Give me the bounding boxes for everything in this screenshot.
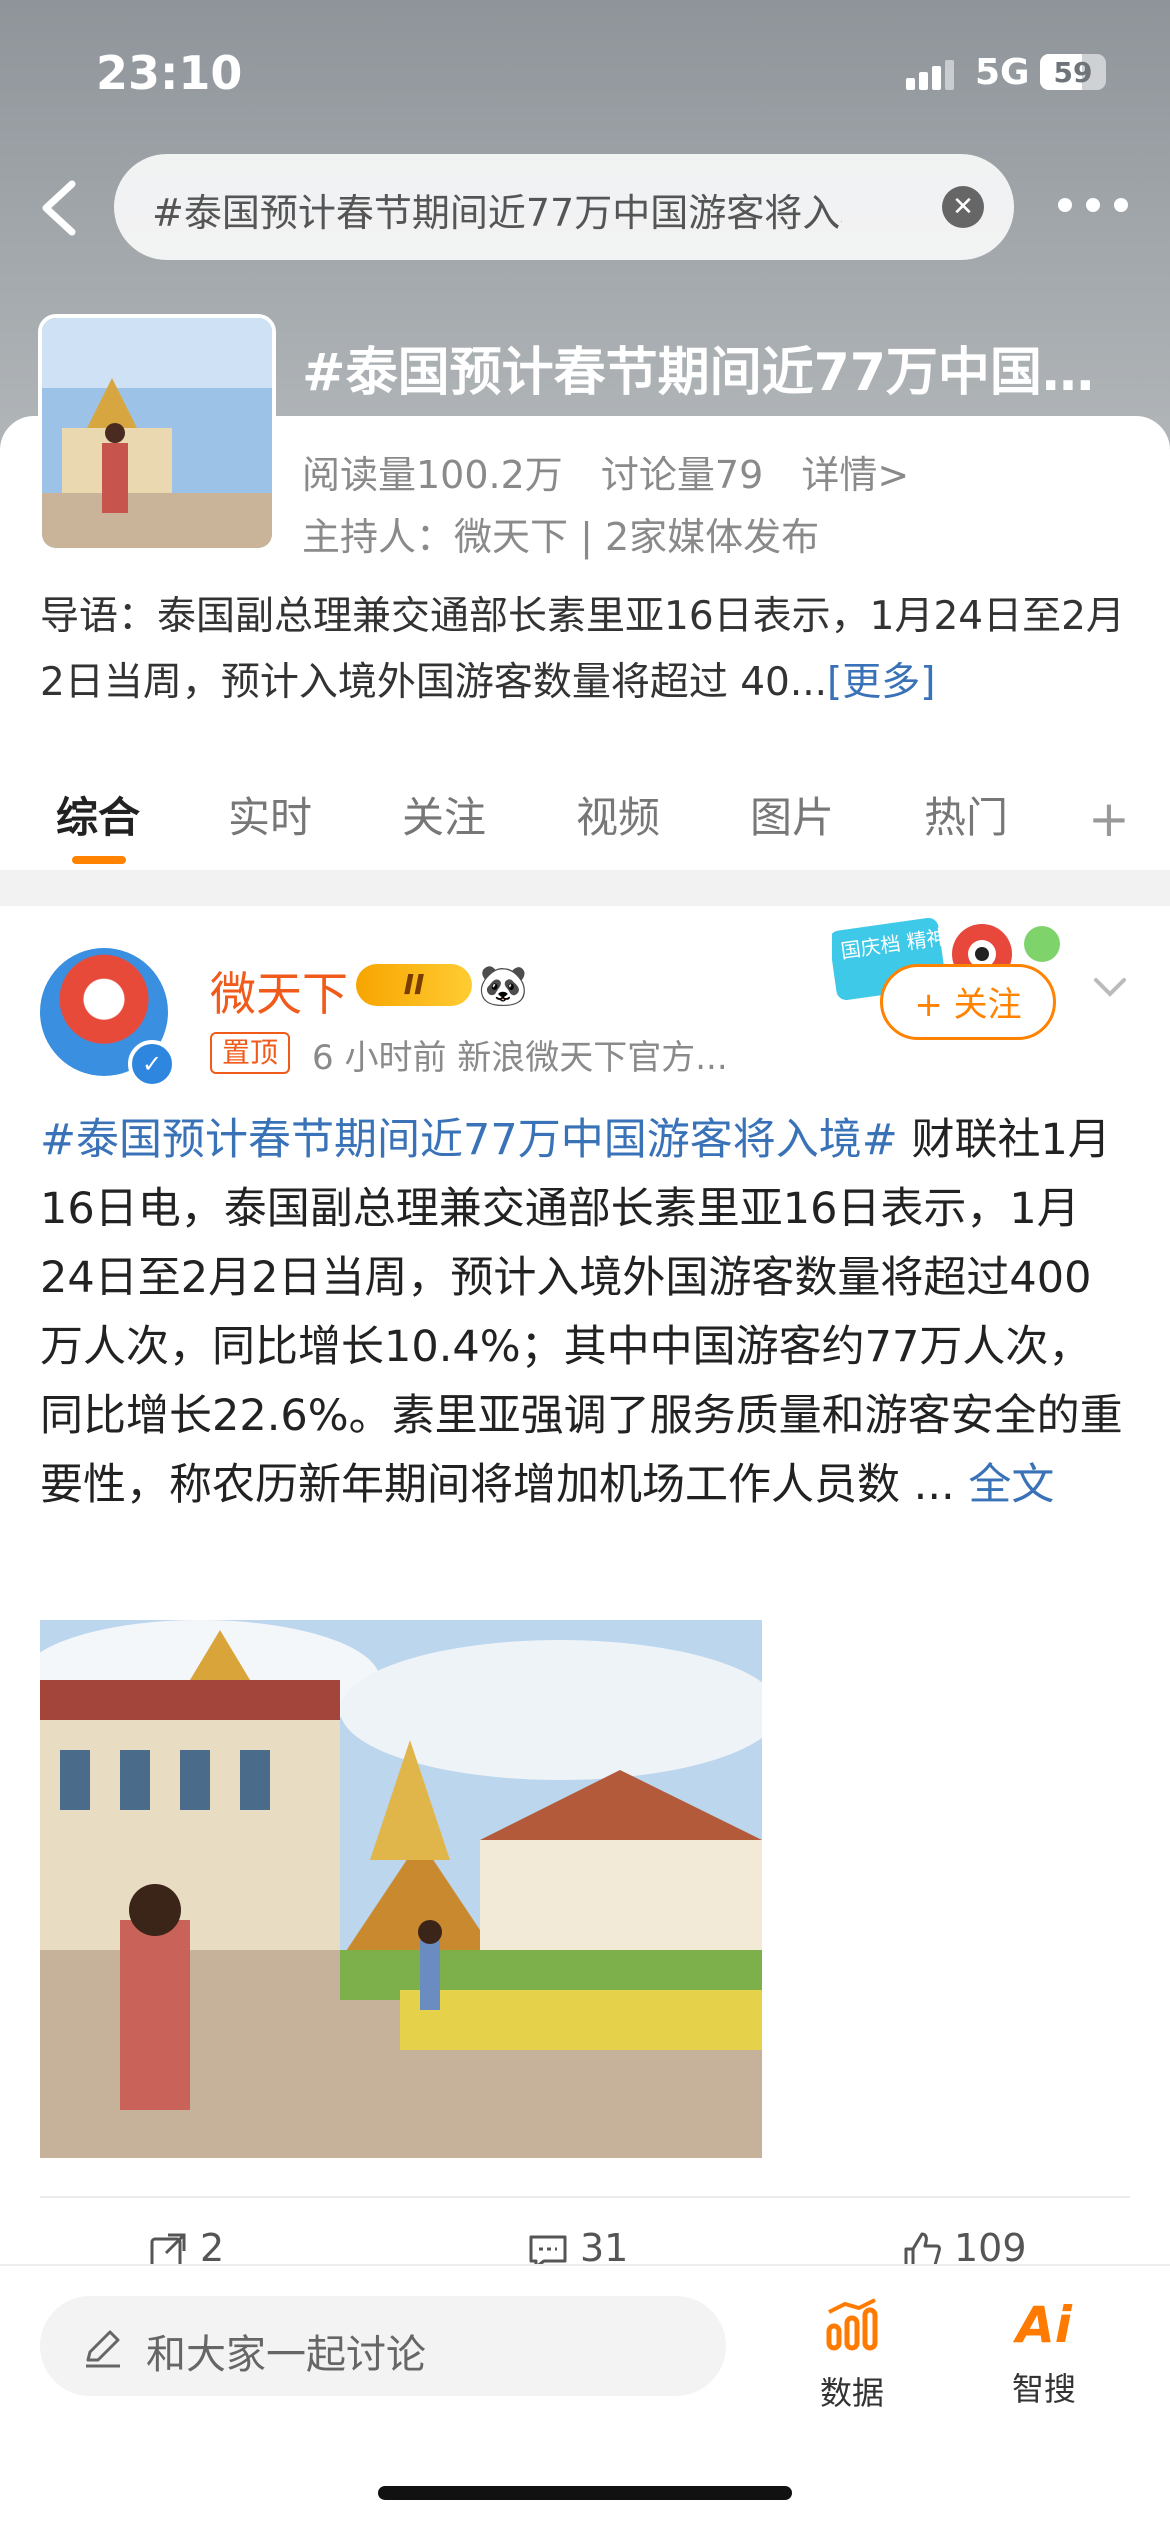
tab-hot[interactable]: 热门 <box>924 784 1008 845</box>
post-meta: 6 小时前 新浪微天下官方... <box>312 1038 728 1078</box>
active-tab-indicator <box>72 856 126 864</box>
actions-divider <box>40 2196 1130 2198</box>
follow-button[interactable]: + 关注 <box>880 964 1056 1040</box>
post-username[interactable]: 微天下 <box>210 958 348 1024</box>
details-link[interactable]: 详情> <box>801 453 909 497</box>
back-icon[interactable] <box>34 178 84 238</box>
ai-search-label: 智搜 <box>1011 2370 1076 2408</box>
plus-icon[interactable]: + <box>1088 790 1130 848</box>
ai-search-button[interactable]: Ai 智搜 <box>984 2296 1104 2410</box>
full-text-link[interactable]: 全文 <box>968 1460 1054 1510</box>
compose-placeholder: 和大家一起讨论 <box>146 2332 426 2378</box>
data-icon <box>826 2298 878 2351</box>
network-type: 5G <box>975 52 1030 93</box>
tab-comprehensive[interactable]: 综合 <box>56 784 140 845</box>
search-bar[interactable]: #泰国预计春节期间近77万中国游客将入境# ✕ <box>114 154 1014 260</box>
data-button[interactable]: 数据 <box>792 2296 912 2414</box>
battery-level: 59 <box>1053 56 1093 89</box>
search-input[interactable]: #泰国预计春节期间近77万中国游客将入境# <box>152 182 842 237</box>
tab-video[interactable]: 视频 <box>576 784 660 845</box>
vip-badge: II <box>356 964 472 1006</box>
ai-search-icon: Ai <box>1016 2296 1072 2354</box>
verified-icon: ✓ <box>128 1040 176 1088</box>
tab-bar: 综合 实时 关注 视频 图片 热门 + <box>0 760 1170 870</box>
post-image[interactable] <box>40 1620 762 2158</box>
read-count: 阅读量100.2万 <box>302 453 563 497</box>
signal-icon <box>906 58 954 90</box>
data-label: 数据 <box>819 2374 884 2412</box>
intro-text: 导语：泰国副总理兼交通部长素里亚16日表示，1月24日至2月2日当周，预计入境外… <box>40 594 1125 705</box>
tab-realtime[interactable]: 实时 <box>228 784 312 845</box>
topic-thumbnail[interactable] <box>38 314 276 552</box>
pencil-icon <box>86 2330 120 2368</box>
status-time: 23:10 <box>96 46 243 100</box>
clear-icon[interactable]: ✕ <box>942 186 984 228</box>
battery-icon: 59 <box>1040 54 1106 90</box>
compose-input[interactable]: 和大家一起讨论 <box>40 2296 726 2396</box>
section-divider <box>0 870 1170 906</box>
topic-host: 主持人：微天下 | 2家媒体发布 <box>302 515 820 559</box>
post-hashtag[interactable]: #泰国预计春节期间近77万中国游客将入境# <box>40 1115 898 1165</box>
home-indicator <box>378 2486 792 2500</box>
more-icon[interactable] <box>1058 198 1128 214</box>
topic-stats: 阅读量100.2万 讨论量79 详情> <box>302 444 935 499</box>
discussion-count: 讨论量79 <box>600 453 764 497</box>
pinned-tag: 置顶 <box>210 1032 291 1074</box>
post-text: 财联社1月16日电，泰国副总理兼交通部长素里亚16日表示，1月24日至2月2日当… <box>40 1115 1123 1510</box>
tab-images[interactable]: 图片 <box>750 784 834 845</box>
tab-following[interactable]: 关注 <box>402 784 486 845</box>
topic-title: #泰国预计春节期间近77万中国游客将入境# <box>302 343 1102 403</box>
post-body: #泰国预计春节期间近77万中国游客将入境# 财联社1月16日电，泰国副总理兼交通… <box>40 1106 1130 1520</box>
intro-more-link[interactable]: [更多] <box>827 660 935 705</box>
topic-intro: 导语：泰国副总理兼交通部长素里亚16日表示，1月24日至2月2日当周，预计入境外… <box>40 584 1130 716</box>
chevron-down-icon[interactable] <box>1090 968 1130 1008</box>
status-bar: 23:10 5G 59 <box>0 0 1170 140</box>
panda-icon: 🐼 <box>478 963 528 1009</box>
